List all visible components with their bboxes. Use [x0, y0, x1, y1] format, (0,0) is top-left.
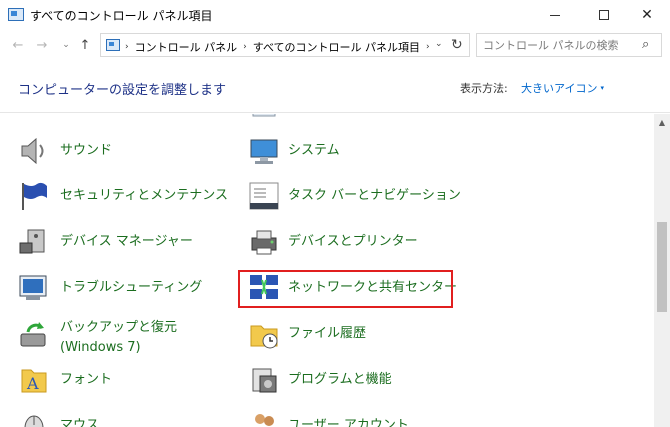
item-mouse[interactable]: マウス	[18, 410, 99, 427]
recent-locations-chevron-icon[interactable]: ⌄	[60, 36, 72, 54]
item-label: セキュリティとメンテナンス	[60, 188, 228, 203]
backup-icon	[20, 322, 46, 347]
partial-item-icon	[252, 114, 276, 117]
font-folder-icon: A	[21, 369, 47, 393]
address-dropdown-icon[interactable]: ⌄	[435, 39, 443, 49]
breadcrumb-separator-icon[interactable]: ›	[243, 42, 247, 52]
item-backup-restore[interactable]: バックアップと復元 (Windows 7)	[18, 318, 177, 358]
item-devices-printers[interactable]: デバイスとプリンター	[248, 226, 418, 255]
breadcrumb-control-panel[interactable]: コントロール パネル	[135, 39, 238, 55]
item-label: デバイス マネージャー	[60, 234, 193, 249]
item-label: デバイスとプリンター	[288, 234, 418, 249]
control-panel-icon	[8, 8, 24, 21]
backup-label-group: バックアップと復元 (Windows 7)	[60, 318, 177, 358]
up-button[interactable]: ↑	[77, 36, 93, 54]
monitor-icon	[250, 139, 278, 164]
item-label: サウンド	[60, 143, 113, 158]
close-icon: ✕	[641, 7, 653, 23]
cutoff-item[interactable]: ー	[248, 114, 301, 120]
navigation-bar: ← → ⌄ ↑ › コントロール パネル › すべてのコントロール パネル項目 …	[0, 30, 670, 60]
item-security-maintenance[interactable]: セキュリティとメンテナンス	[18, 180, 228, 210]
taskbar-icon	[249, 182, 279, 210]
scroll-up-icon[interactable]: ▲	[654, 114, 670, 130]
item-label: システム	[288, 143, 340, 158]
search-icon[interactable]: ⌕	[642, 37, 649, 52]
minimize-button[interactable]	[532, 0, 578, 30]
item-system[interactable]: システム	[248, 135, 340, 164]
highlight-box	[238, 270, 453, 308]
search-box[interactable]: ⌕	[476, 33, 662, 57]
printer-icon	[251, 230, 277, 255]
item-label: タスク バーとナビゲーション	[288, 188, 461, 203]
window-title: すべてのコントロール パネル項目	[30, 9, 213, 23]
mouse-icon	[24, 415, 44, 427]
item-user-accounts[interactable]: ユーザー アカウント	[248, 410, 409, 427]
item-fonts[interactable]: A フォント	[18, 364, 113, 393]
maximize-button[interactable]	[581, 0, 627, 30]
title-bar: すべてのコントロール パネル項目 ✕	[0, 0, 670, 30]
item-sound[interactable]: サウンド	[18, 135, 113, 165]
maximize-icon	[599, 10, 609, 20]
breadcrumb-separator-icon[interactable]: ›	[125, 42, 129, 52]
troubleshoot-icon	[19, 275, 47, 300]
item-label: ファイル履歴	[288, 326, 367, 341]
vertical-scrollbar[interactable]: ▲	[654, 114, 670, 427]
item-label: バックアップと復元	[60, 320, 178, 335]
item-taskbar-navigation[interactable]: タスク バーとナビゲーション	[248, 180, 461, 210]
svg-text:A: A	[26, 374, 39, 393]
control-panel-icon	[106, 39, 120, 51]
search-input[interactable]	[483, 38, 633, 53]
item-troubleshooting[interactable]: トラブルシューティング	[18, 272, 203, 300]
item-label: トラブルシューティング	[60, 280, 203, 295]
device-manager-icon	[19, 229, 45, 254]
breadcrumb-separator-icon[interactable]: ›	[426, 42, 430, 52]
breadcrumb-all-items[interactable]: すべてのコントロール パネル項目	[253, 39, 420, 55]
minimize-icon	[550, 14, 560, 16]
users-icon	[255, 414, 274, 426]
item-device-manager[interactable]: デバイス マネージャー	[18, 226, 193, 254]
item-label: ー	[288, 114, 301, 120]
forward-button[interactable]: →	[34, 36, 50, 54]
control-panel-window: すべてのコントロール パネル項目 ✕ ← → ⌄ ↑ › コントロール パネル …	[0, 0, 670, 427]
scrollbar-thumb[interactable]	[657, 222, 667, 312]
item-label: (Windows 7)	[60, 340, 141, 355]
view-by-value: 大きいアイコン	[521, 82, 598, 95]
chevron-down-icon: ▾	[600, 84, 604, 92]
flag-icon	[22, 182, 47, 210]
refresh-icon[interactable]: ↻	[451, 37, 463, 53]
back-button[interactable]: ←	[10, 36, 26, 54]
view-by-dropdown[interactable]: 大きいアイコン ▾	[521, 80, 604, 96]
item-programs-features[interactable]: プログラムと機能	[248, 364, 392, 393]
folder-clock-icon	[250, 325, 278, 349]
speaker-icon	[21, 137, 44, 165]
items-grid: ー サウンド システム セキュリティとメンテナンス	[0, 114, 654, 427]
item-label: マウス	[60, 418, 100, 427]
page-title: コンピューターの設定を調整します	[18, 83, 227, 98]
close-button[interactable]: ✕	[624, 0, 670, 30]
item-label: フォント	[60, 372, 113, 387]
item-label: ユーザー アカウント	[288, 418, 409, 427]
view-by-label: 表示方法:	[460, 82, 508, 95]
page-header: コンピューターの設定を調整します 表示方法: 大きいアイコン ▾	[0, 60, 670, 113]
programs-icon	[252, 368, 277, 393]
address-bar[interactable]: › コントロール パネル › すべてのコントロール パネル項目 › ⌄ ↻	[100, 33, 470, 57]
item-label: プログラムと機能	[288, 372, 392, 387]
item-file-history[interactable]: ファイル履歴	[248, 318, 367, 349]
breadcrumb: › コントロール パネル › すべてのコントロール パネル項目 ›	[125, 39, 430, 55]
